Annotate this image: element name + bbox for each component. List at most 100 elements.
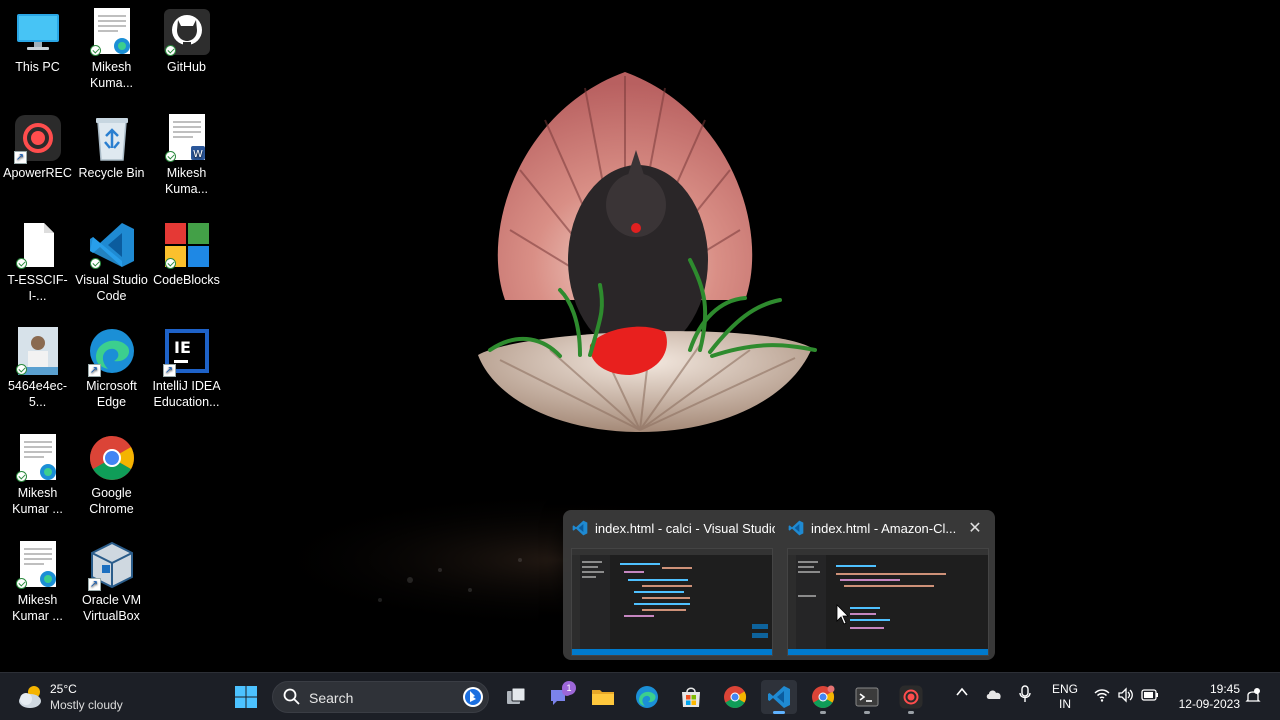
running-indicator xyxy=(864,711,870,714)
desktop-icon-mikesh-word-doc[interactable]: W Mikesh Kuma... xyxy=(149,110,224,197)
desktop-icon-intellij[interactable]: IE ↗ IntelliJ IDEA Education... xyxy=(149,323,224,410)
desktop-icon-label: Visual Studio Code xyxy=(75,273,148,303)
edge-taskbar-button[interactable] xyxy=(629,680,665,714)
microphone-icon[interactable] xyxy=(1018,685,1032,703)
folder-icon xyxy=(592,690,614,705)
apowerrec-taskbar-button[interactable] xyxy=(893,680,929,714)
intellij-icon: IE ↗ xyxy=(162,327,211,377)
sync-check-icon xyxy=(15,258,27,269)
chrome-icon xyxy=(88,434,136,482)
language-code: ENG xyxy=(1051,682,1078,696)
edge-icon: ↗ xyxy=(87,327,136,377)
codeblocks-icon xyxy=(163,221,211,269)
virtualbox-icon: ↗ xyxy=(87,541,136,591)
store-icon xyxy=(682,687,700,707)
window-thumbnail-amazon-clone[interactable]: index.html - Amazon-Cl... xyxy=(779,510,995,660)
terminal-taskbar-button[interactable] xyxy=(849,680,885,714)
computer-icon xyxy=(14,8,62,56)
start-button[interactable] xyxy=(228,680,264,714)
weather-widget[interactable]: 25°C Mostly cloudy xyxy=(14,679,154,715)
vscode-icon xyxy=(88,221,136,269)
edge-document-icon xyxy=(14,434,62,482)
running-indicator xyxy=(820,711,826,714)
desktop-icon-label: Microsoft Edge xyxy=(86,379,137,409)
desktop-icon-label: Google Chrome xyxy=(89,486,134,516)
vscode-icon xyxy=(572,520,588,536)
volume-icon[interactable] xyxy=(1117,687,1135,703)
chrome-taskbar-button[interactable] xyxy=(717,680,753,714)
intellij-icon-mark: IE xyxy=(174,338,191,357)
desktop-icon-label: GitHub xyxy=(167,60,206,74)
input-language-indicator[interactable]: ENG IN xyxy=(1048,682,1082,712)
notification-center-icon[interactable] xyxy=(1245,687,1261,705)
taskbar-search-box[interactable]: Search xyxy=(272,681,489,713)
github-icon xyxy=(163,8,211,56)
desktop-icon-label: ApowerREC xyxy=(3,166,72,180)
clock[interactable]: 19:45 12-09-2023 xyxy=(1168,682,1240,712)
desktop-icon-label: This PC xyxy=(15,60,60,74)
shortcut-arrow-icon: ↗ xyxy=(13,151,27,164)
microsoft-store-button[interactable] xyxy=(673,680,709,714)
svg-text:W: W xyxy=(193,149,203,160)
cloud-sun-icon xyxy=(19,686,41,708)
battery-icon[interactable] xyxy=(1141,689,1159,701)
terminal-icon xyxy=(855,687,879,707)
recycle-bin-icon xyxy=(88,114,136,162)
edge-document-icon xyxy=(14,541,62,589)
taskbar: 25°C Mostly cloudy Search 1 ENG IN 19:45… xyxy=(0,672,1280,720)
window-thumbnail-title: index.html - calci - Visual Studio... xyxy=(595,521,775,536)
desktop-icon-recycle-bin[interactable]: Recycle Bin xyxy=(74,110,149,181)
desktop-icon-label: CodeBlocks xyxy=(153,273,220,287)
desktop-icon-label: Mikesh Kumar ... xyxy=(12,486,63,516)
windows-start-icon xyxy=(235,686,257,708)
task-view-button[interactable] xyxy=(498,680,534,714)
desktop-icon-github[interactable]: GitHub xyxy=(149,4,224,75)
desktop-icon-label: 5464e4ec-5... xyxy=(7,379,68,409)
desktop-icon-apowerrec[interactable]: ↗ ApowerREC xyxy=(0,110,75,181)
chevron-up-icon[interactable] xyxy=(955,685,969,699)
apowerrec-icon: ↗ xyxy=(13,114,62,164)
vscode-icon xyxy=(768,686,790,708)
chrome-icon xyxy=(812,685,835,708)
sync-check-icon xyxy=(15,471,27,482)
desktop-icon-virtualbox[interactable]: ↗ Oracle VM VirtualBox xyxy=(74,537,149,624)
window-thumbnail-calci[interactable]: index.html - calci - Visual Studio... xyxy=(563,510,779,660)
region-code: IN xyxy=(1059,697,1071,711)
file-explorer-button[interactable] xyxy=(585,680,621,714)
sync-check-icon xyxy=(164,45,176,56)
search-icon xyxy=(283,688,300,705)
desktop-icon-mikesh-doc-2[interactable]: Mikesh Kumar ... xyxy=(0,430,75,517)
vscode-icon xyxy=(788,520,804,536)
bing-icon[interactable] xyxy=(462,686,484,708)
sync-check-icon xyxy=(164,258,176,269)
desktop-icon-label: Recycle Bin xyxy=(78,166,145,180)
wifi-icon[interactable] xyxy=(1094,688,1110,702)
desktop-icon-mikesh-doc-1[interactable]: Mikesh Kuma... xyxy=(74,4,149,91)
running-indicator xyxy=(773,711,785,714)
desktop-icon-label: Mikesh Kuma... xyxy=(164,166,209,196)
desktop-icon-label: Mikesh Kumar ... xyxy=(12,593,63,623)
desktop-icon-vscode[interactable]: Visual Studio Code xyxy=(74,217,149,304)
vscode-taskbar-button[interactable] xyxy=(761,680,797,714)
search-placeholder: Search xyxy=(309,690,354,706)
desktop-icon-photo[interactable]: 5464e4ec-5... xyxy=(0,323,75,410)
weather-condition: Mostly cloudy xyxy=(50,698,123,712)
desktop-icon-t-esscif[interactable]: T-ESSCIF-I-... xyxy=(0,217,75,304)
window-preview-image xyxy=(787,548,989,656)
desktop-icon-mikesh-doc-3[interactable]: Mikesh Kumar ... xyxy=(0,537,75,624)
teams-chat-button[interactable]: 1 xyxy=(542,680,578,714)
desktop-icon-this-pc[interactable]: This PC xyxy=(0,4,75,75)
task-view-icon xyxy=(507,687,526,704)
desktop-icon-chrome[interactable]: Google Chrome xyxy=(74,430,149,517)
sync-check-icon xyxy=(89,45,101,56)
desktop-icon-codeblocks[interactable]: CodeBlocks xyxy=(149,217,224,288)
close-window-button[interactable]: ✕ xyxy=(965,519,985,539)
window-thumbnail-title: index.html - Amazon-Cl... xyxy=(811,521,956,536)
desktop-icon-label: Oracle VM VirtualBox xyxy=(81,593,142,623)
running-indicator xyxy=(908,711,914,714)
desktop-icon-edge[interactable]: ↗ Microsoft Edge xyxy=(74,323,149,410)
onedrive-cloud-icon[interactable] xyxy=(985,687,1003,701)
chrome-profile-taskbar-button[interactable] xyxy=(805,680,841,714)
clock-time: 19:45 xyxy=(1209,682,1240,696)
sync-check-icon xyxy=(89,258,101,269)
